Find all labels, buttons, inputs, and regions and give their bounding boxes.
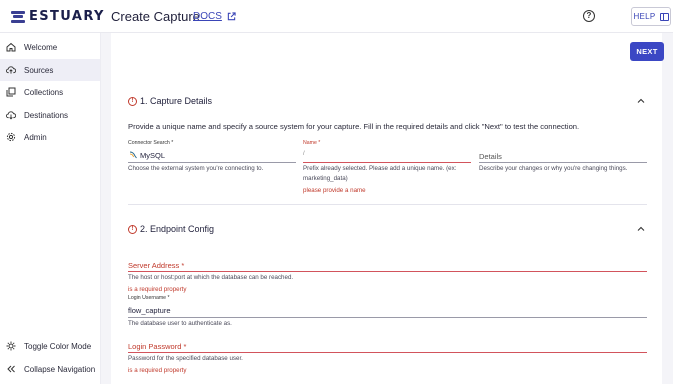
sidebar-item-destinations[interactable]: Destinations [0,104,100,126]
details-input[interactable]: Details [479,152,502,161]
help-question-icon[interactable]: ? [583,10,595,22]
sidebar-item-label: Welcome [24,42,58,52]
help-button[interactable]: HELP [631,7,671,26]
help-button-label: HELP [633,12,656,21]
name-helper-line1: Prefix already selected. Please add a un… [303,165,457,172]
connector-search-label: Connector Search * [128,140,174,146]
server-address-helper: The host or host:port at which the datab… [128,274,294,281]
main-area: NEXT ! 1. Capture Details Provide a uniq… [101,33,673,384]
capture-form: NEXT ! 1. Capture Details Provide a uniq… [111,33,664,384]
side-panel-icon [659,12,669,21]
page-title: Create Capture [111,9,200,24]
server-address-error: is a required property [128,286,187,293]
cloud-download-icon [6,110,16,120]
login-password-input[interactable]: Login Password * [128,342,186,351]
endpoint-config-title: 2. Endpoint Config [140,224,215,234]
name-helper-line2: marketing_data) [303,175,348,182]
name-error: please provide a name [303,187,366,194]
login-username-label: Login Username * [128,295,170,301]
connector-search-input[interactable]: MySQL [140,151,165,160]
sidebar-item-sources[interactable]: Sources [0,59,100,81]
login-password-underline [128,352,647,353]
name-input[interactable]: / [303,151,305,157]
collections-icon [6,87,16,97]
toggle-color-mode-button[interactable]: Toggle Color Mode [0,335,100,357]
name-label: Name * [303,140,321,146]
name-underline [303,162,471,163]
gear-icon [6,132,16,142]
login-username-helper: The database user to authenticate as. [128,320,232,327]
sidebar-item-admin[interactable]: Admin [0,126,100,148]
connector-search-underline [128,162,296,163]
sidebar-item-welcome[interactable]: Welcome [0,36,100,58]
server-address-input[interactable]: Server Address * [128,261,184,270]
toggle-color-mode-label: Toggle Color Mode [24,341,92,351]
chevron-up-icon[interactable] [637,97,645,105]
warning-icon: ! [128,96,137,106]
endpoint-config-header[interactable]: ! 2. Endpoint Config [128,224,214,234]
logo-mark-icon [11,10,25,24]
app-header: ESTUARY Create Capture DOCS ? HELP [0,0,673,33]
collapse-navigation-button[interactable]: Collapse Navigation [0,358,100,380]
login-password-helper: Password for the specified database user… [128,355,243,362]
double-chevron-left-icon [6,364,16,374]
login-password-error: is a required property [128,367,187,374]
chevron-up-icon[interactable] [637,225,645,233]
login-username-underline [128,317,647,318]
capture-details-description: Provide a unique name and specify a sour… [128,122,580,131]
sidebar-item-label: Collections [24,87,64,97]
capture-details-title: 1. Capture Details [140,96,213,106]
cloud-upload-icon [6,65,16,75]
sidebar-item-label: Admin [24,132,47,142]
login-username-input[interactable]: flow_capture [128,306,171,315]
collapse-navigation-label: Collapse Navigation [24,364,96,374]
docs-link[interactable]: DOCS [193,11,236,22]
home-icon [6,42,16,52]
details-helper: Describe your changes or why you're chan… [479,165,628,172]
external-link-icon [227,12,236,21]
sun-icon [6,341,16,351]
estuary-logo[interactable]: ESTUARY [11,9,105,24]
capture-details-header[interactable]: ! 1. Capture Details [128,96,212,106]
sidebar-item-label: Destinations [24,110,69,120]
sidebar-item-collections[interactable]: Collections [0,81,100,103]
sidebar: Welcome Sources Collections Destinations… [0,33,101,384]
section-divider [128,204,647,205]
sidebar-item-label: Sources [24,65,54,75]
mysql-logo-icon [129,151,137,159]
connector-search-helper: Choose the external system you're connec… [128,165,264,172]
docs-link-label: DOCS [193,11,222,22]
details-underline [479,162,647,163]
logo-text: ESTUARY [29,9,105,24]
next-button[interactable]: NEXT [630,42,664,61]
server-address-underline [128,271,647,272]
warning-icon: ! [128,224,137,234]
